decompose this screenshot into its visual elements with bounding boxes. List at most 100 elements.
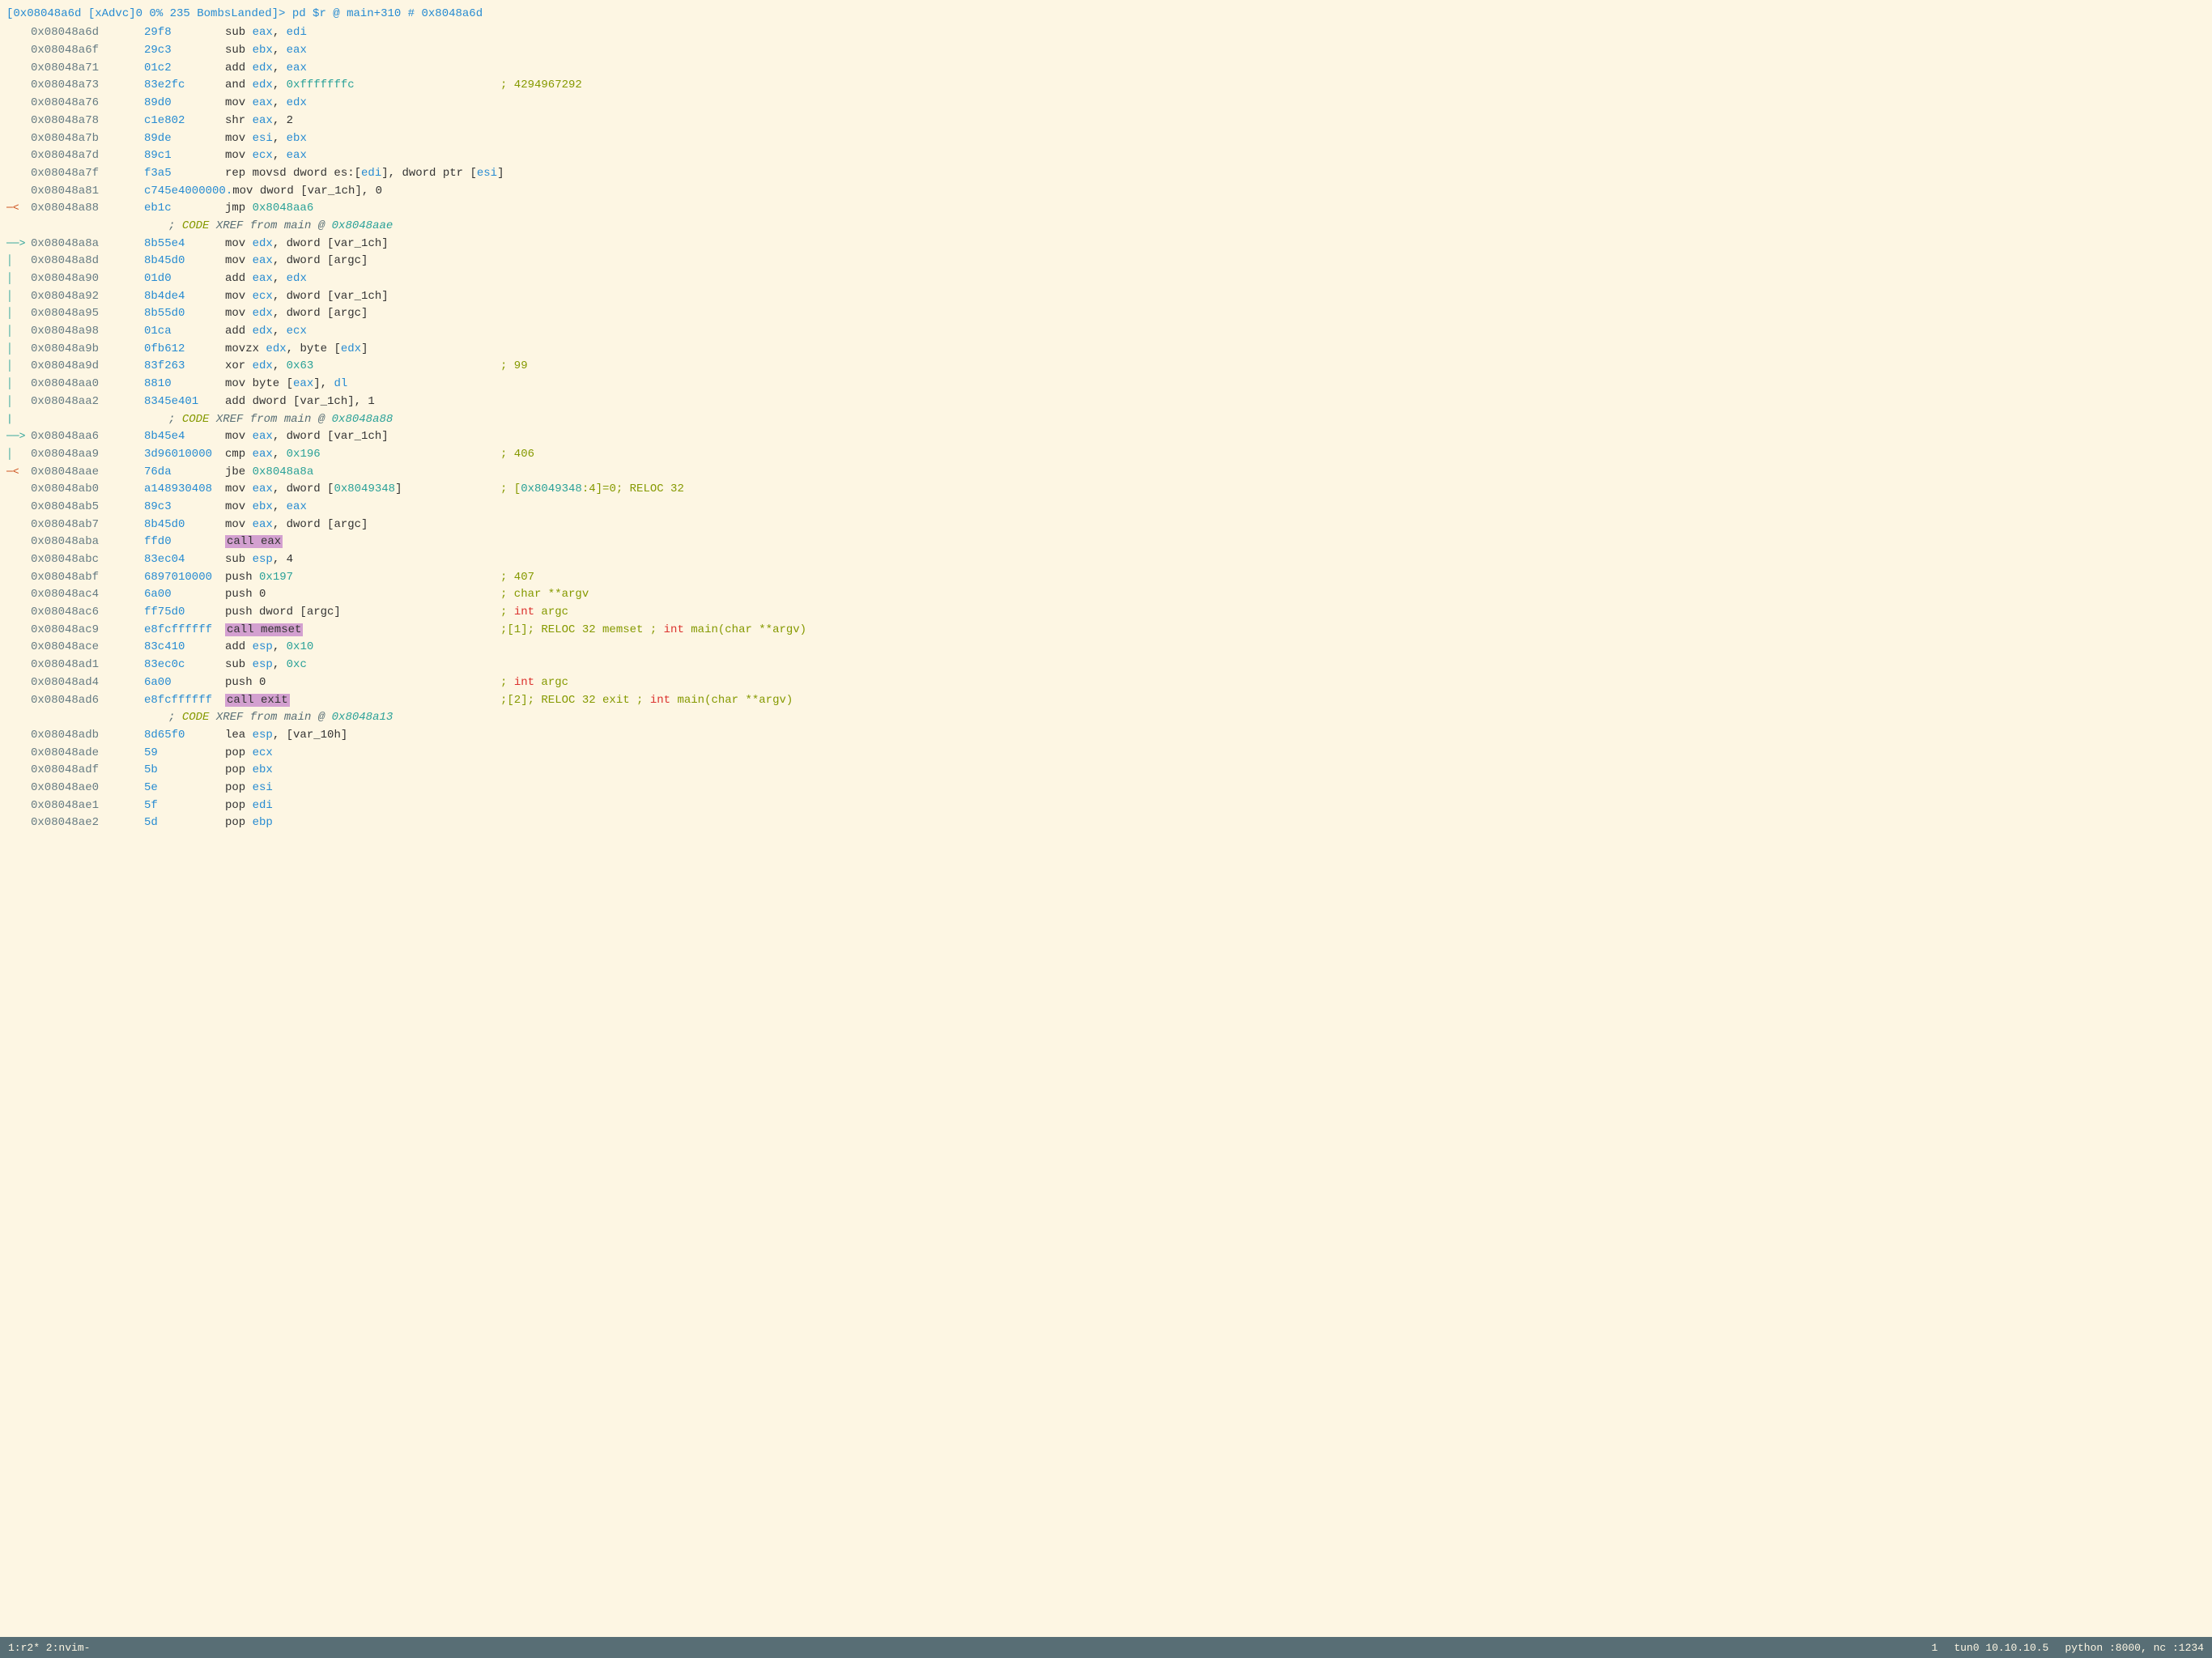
instruction-mnemonic: mov ecx, eax xyxy=(225,147,500,165)
instruction-address: 0x08048ad1 xyxy=(31,657,144,674)
instruction-address: 0x08048abc xyxy=(31,551,144,569)
register: eax xyxy=(287,500,307,513)
instruction-mnemonic: mov eax, edx xyxy=(225,95,500,113)
register: dl xyxy=(334,377,347,390)
register: eax xyxy=(253,430,273,443)
status-linenum: 1 xyxy=(1932,1642,1938,1654)
arrow-indicator: ─< xyxy=(6,200,31,216)
instruction-mnemonic: pop edi xyxy=(225,797,500,815)
instruction-bytes: 5f xyxy=(144,797,225,815)
code-line: 0x08048a7b89demov esi, ebx xyxy=(0,130,2212,148)
status-right: 1 tun0 10.10.10.5 python :8000, nc :1234 xyxy=(1932,1642,2204,1654)
register: edx xyxy=(253,325,273,338)
highlighted-instruction: call exit xyxy=(225,694,290,707)
instruction-bytes: 6a00 xyxy=(144,586,225,604)
instruction-bytes: 83e2fc xyxy=(144,77,225,95)
code-line: 0x08048ab0a148930408mov eax, dword [0x80… xyxy=(0,481,2212,499)
arrow-indicator: │ xyxy=(6,341,31,357)
arrow-indicator: │ xyxy=(6,323,31,339)
register: eax xyxy=(287,44,307,57)
instruction-bytes: 8b55d0 xyxy=(144,305,225,323)
instruction-address: 0x08048a6d xyxy=(31,24,144,42)
instruction-comment: ; 407 xyxy=(500,569,534,587)
instruction-mnemonic: jbe 0x8048a8a xyxy=(225,464,500,482)
header-line: [0x08048a6d [xAdvc]0 0% 235 BombsLanded]… xyxy=(0,3,2212,24)
instruction-address: 0x08048a92 xyxy=(31,288,144,306)
hex-value: 0x8048aae xyxy=(332,219,393,232)
instruction-address: 0x08048aa6 xyxy=(31,428,144,446)
register: esp xyxy=(253,640,273,653)
instruction-mnemonic: add esp, 0x10 xyxy=(225,639,500,657)
instruction-mnemonic: mov byte [eax], dl xyxy=(225,376,500,393)
instruction-bytes: 01c2 xyxy=(144,60,225,78)
register: edx xyxy=(341,342,361,355)
instruction-bytes: 76da xyxy=(144,464,225,482)
hex-value: 0x8049348 xyxy=(521,483,582,495)
header-text: [0x08048a6d [xAdvc]0 0% 235 BombsLanded]… xyxy=(6,7,483,20)
register: eax xyxy=(253,272,273,285)
hex-value: 0x8049348 xyxy=(334,483,395,495)
code-line: 0x08048ae15fpop edi xyxy=(0,797,2212,815)
status-mode: 1:r2* 2:nvim- xyxy=(8,1642,90,1654)
code-line: 0x08048ac46a00push 0 ; char **argv xyxy=(0,586,2212,604)
code-line: ─< 0x08048a88eb1cjmp 0x8048aa6 xyxy=(0,200,2212,218)
instruction-mnemonic: mov esi, ebx xyxy=(225,130,500,148)
arrow-indicator: │ xyxy=(6,358,31,374)
register: edx xyxy=(253,307,273,320)
instruction-address: 0x08048ab5 xyxy=(31,499,144,517)
code-ref-comment: ; CODE XREF from main @ 0x8048a13 xyxy=(144,709,393,727)
register: eax xyxy=(253,26,273,39)
hex-value: 0x8048a8a xyxy=(253,466,314,478)
instruction-mnemonic: xor edx, 0x63 xyxy=(225,358,500,376)
instruction-address: 0x08048a90 xyxy=(31,270,144,288)
code-line: 0x08048a78c1e802shr eax, 2 xyxy=(0,113,2212,130)
instruction-address: 0x08048a78 xyxy=(31,113,144,130)
instruction-comment: ; 4294967292 xyxy=(500,77,582,95)
instruction-mnemonic: sub esp, 0xc xyxy=(225,657,500,674)
code-container[interactable]: 0x08048a6d29f8sub eax, edi 0x08048a6f29c… xyxy=(0,24,2212,832)
instruction-address: 0x08048aa9 xyxy=(31,446,144,464)
register: eax xyxy=(253,254,273,267)
instruction-bytes: 29f8 xyxy=(144,24,225,42)
instruction-mnemonic: cmp eax, 0x196 xyxy=(225,446,500,464)
code-keyword: CODE xyxy=(182,413,210,426)
instruction-mnemonic: mov eax, dword [argc] xyxy=(225,517,500,534)
instruction-bytes: 8b45d0 xyxy=(144,517,225,534)
hex-value: 0x197 xyxy=(259,571,293,584)
code-line: 0x08048adf5bpop ebx xyxy=(0,762,2212,780)
register: edi xyxy=(287,26,307,39)
instruction-mnemonic: sub eax, edi xyxy=(225,24,500,42)
arrow-indicator: | xyxy=(6,411,31,427)
code-line: 0x08048a7d89c1mov ecx, eax xyxy=(0,147,2212,165)
register: eax xyxy=(287,62,307,74)
instruction-mnemonic: call memset xyxy=(225,622,500,640)
instruction-comment: ; int argc xyxy=(500,604,568,622)
instruction-mnemonic: sub esp, 4 xyxy=(225,551,500,569)
register: eax xyxy=(287,149,307,162)
register: ebp xyxy=(253,816,273,829)
instruction-mnemonic: lea esp, [var_10h] xyxy=(225,727,500,745)
code-line: ; CODE XREF from main @ 0x8048aae xyxy=(0,218,2212,236)
instruction-bytes: ffd0 xyxy=(144,534,225,551)
code-line: │ 0x08048a9b0fb612movzx edx, byte [edx] xyxy=(0,341,2212,359)
code-line: 0x08048ade59pop ecx xyxy=(0,745,2212,763)
arrow-indicator: ──> xyxy=(6,236,31,252)
code-line: 0x08048ae25dpop ebp xyxy=(0,814,2212,832)
instruction-bytes: 5e xyxy=(144,780,225,797)
instruction-mnemonic: add eax, edx xyxy=(225,270,500,288)
instruction-address: 0x08048a73 xyxy=(31,77,144,95)
register: esi xyxy=(253,781,273,794)
instruction-mnemonic: mov ebx, eax xyxy=(225,499,500,517)
instruction-bytes: ff75d0 xyxy=(144,604,225,622)
register: ecx xyxy=(253,746,273,759)
instruction-mnemonic: push 0x197 xyxy=(225,569,500,587)
code-line: 0x08048ac9e8fcffffffcall memset ;[1]; RE… xyxy=(0,622,2212,640)
code-line: 0x08048ad6e8fcffffffcall exit ;[2]; RELO… xyxy=(0,692,2212,710)
instruction-mnemonic: add edx, ecx xyxy=(225,323,500,341)
code-line: │ 0x08048aa08810mov byte [eax], dl xyxy=(0,376,2212,393)
register: eax xyxy=(293,377,313,390)
disassembly-view: [0x08048a6d [xAdvc]0 0% 235 BombsLanded]… xyxy=(0,0,2212,1637)
code-line: 0x08048ab589c3mov ebx, eax xyxy=(0,499,2212,517)
arrow-indicator: ──> xyxy=(6,428,31,444)
code-line: ──> 0x08048aa68b45e4mov eax, dword [var_… xyxy=(0,428,2212,446)
